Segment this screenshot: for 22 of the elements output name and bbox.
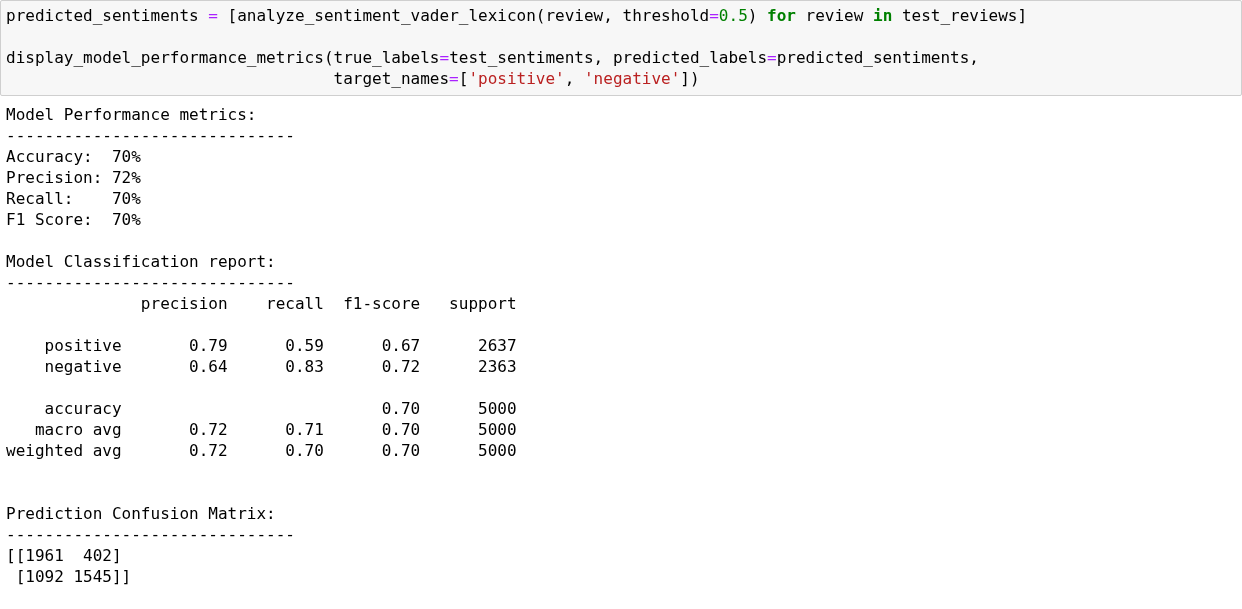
output-line: F1 Score: 70% bbox=[6, 209, 141, 230]
code-cell[interactable] bbox=[0, 0, 1242, 96]
code-line: target_names=['positive', 'negative']) bbox=[332, 68, 700, 89]
output-line: Recall: 70% bbox=[6, 188, 141, 209]
output-line: Model Performance metrics: bbox=[6, 104, 257, 125]
output-line: weighted avg 0.72 0.70 0.70 5000 bbox=[6, 440, 517, 461]
output-line: Prediction Confusion Matrix: bbox=[6, 503, 276, 524]
output-line: ------------------------------ bbox=[6, 272, 295, 293]
output-line: macro avg 0.72 0.71 0.70 5000 bbox=[33, 419, 517, 440]
output-line: [1092 1545]] bbox=[14, 566, 132, 587]
output-line: ------------------------------ bbox=[6, 125, 295, 146]
output-line: precision recall f1-score support bbox=[139, 293, 517, 314]
output-line: negative 0.64 0.83 0.72 2363 bbox=[43, 356, 517, 377]
output-line: Precision: 72% bbox=[6, 167, 141, 188]
output-line: ------------------------------ bbox=[6, 524, 295, 545]
output-line: positive 0.79 0.59 0.67 2637 bbox=[43, 335, 517, 356]
output-line: Accuracy: 70% bbox=[6, 146, 141, 167]
code-line: predicted_sentiments = [analyze_sentiment_vader_lexicon(review, threshold=0.5) for review in test_reviews] bbox=[6, 5, 1028, 26]
output-line: [[1961 402] bbox=[6, 545, 122, 566]
code-line: display_model_performance_metrics(true_labels=test_sentiments, predicted_labels=predicted_sentiments, bbox=[6, 47, 979, 68]
output-line: accuracy 0.70 5000 bbox=[43, 398, 517, 419]
output-line: Model Classification report: bbox=[6, 251, 276, 272]
